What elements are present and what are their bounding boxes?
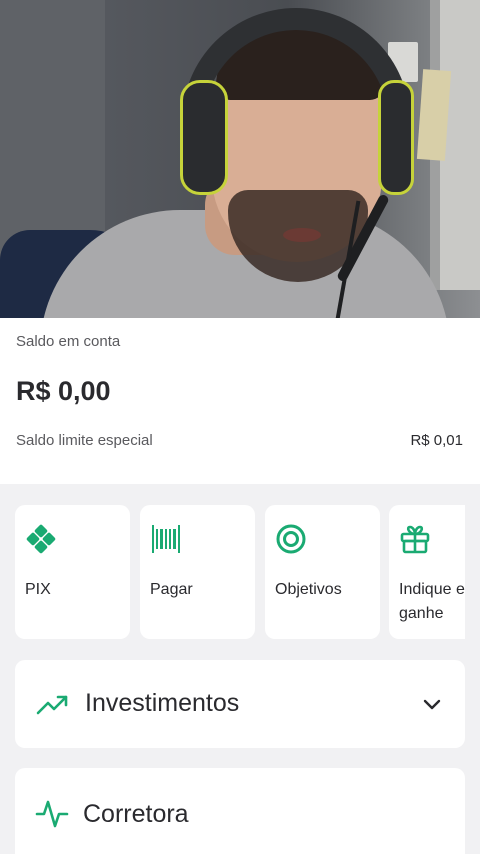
shortcut-objetivos[interactable]: Objetivos: [265, 505, 380, 639]
webcam-headset-cup-right: [378, 80, 414, 195]
section-corretora[interactable]: Corretora: [15, 768, 465, 854]
shortcut-label-line1: Indique e: [399, 581, 465, 598]
shortcut-indique-e-ganhe[interactable]: Indique e ganhe: [389, 505, 465, 639]
section-investimentos[interactable]: Investimentos: [15, 660, 465, 748]
balance-label: Saldo em conta: [16, 333, 121, 350]
webcam-person-mouth: [283, 228, 321, 242]
section-title: Investimentos: [85, 689, 240, 717]
balance-card[interactable]: Saldo em conta R$ 0,00 Saldo limite espe…: [0, 318, 480, 484]
shortcut-label: Pagar: [150, 581, 193, 598]
gift-icon: [400, 525, 430, 554]
limit-label: Saldo limite especial: [16, 432, 153, 449]
section-title: Corretora: [83, 800, 189, 828]
target-icon: [276, 524, 306, 554]
balance-amount: R$ 0,00: [16, 376, 111, 406]
shortcut-pagar[interactable]: Pagar: [140, 505, 255, 639]
shortcut-label: Indique e ganhe: [399, 578, 465, 626]
limit-value: R$ 0,01: [410, 432, 463, 449]
chevron-down-icon[interactable]: [421, 693, 443, 715]
barcode-icon: [152, 525, 180, 553]
shortcut-label: Objetivos: [275, 581, 342, 598]
webcam-door: [440, 0, 480, 290]
trending-up-icon: [36, 695, 68, 715]
pix-icon: [26, 524, 56, 554]
shortcut-label: PIX: [25, 581, 51, 598]
activity-pulse-icon: [35, 800, 69, 828]
shortcut-pix[interactable]: PIX: [15, 505, 130, 639]
webcam-overlay: [0, 0, 480, 318]
shortcut-label-line2: ganhe: [399, 605, 444, 622]
webcam-headset-cup-left: [180, 80, 228, 195]
shortcuts-carousel[interactable]: PIX Pagar Objetivos Indique e ganhe: [15, 505, 465, 639]
